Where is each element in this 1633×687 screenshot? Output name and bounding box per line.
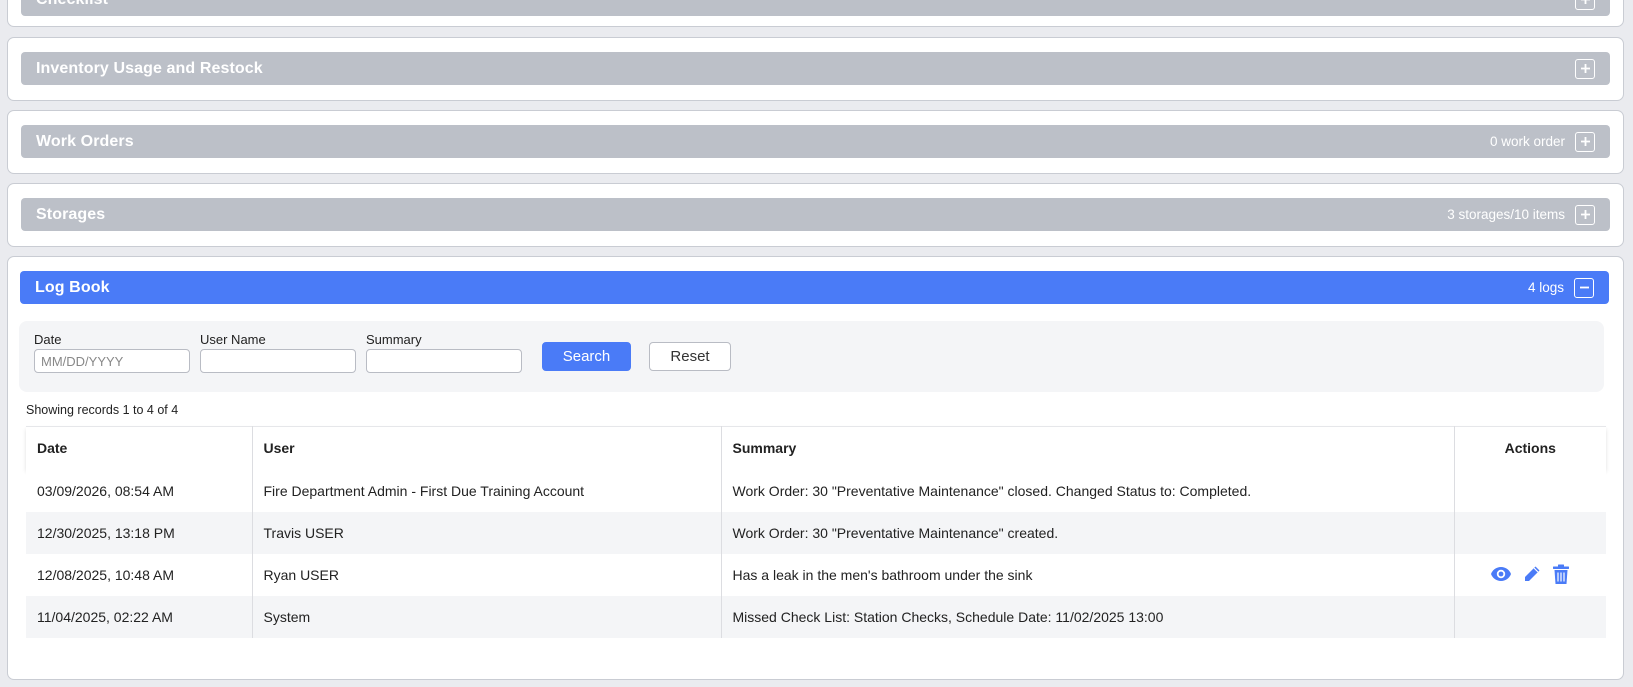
expand-button[interactable] [1575,131,1595,152]
panel-title: Work Orders [36,132,134,150]
cell-summary: Work Order: 30 "Preventative Maintenance… [721,511,1455,554]
pencil-icon [1525,566,1540,582]
panel-title: Checklist [36,0,108,9]
storages-panel-header[interactable]: Storages 3 storages/10 items [21,198,1610,231]
cell-date: 12/30/2025, 13:18 PM [26,511,253,554]
plus-icon [1580,210,1590,219]
cell-date: 11/04/2025, 02:22 AM [26,595,253,638]
expand-button[interactable] [1575,0,1595,10]
logs-count: 4 logs [1527,280,1564,295]
expand-button[interactable] [1575,204,1595,225]
storages-count: 3 storages/10 items [1447,207,1565,222]
header-summary[interactable]: Summary [721,426,1455,470]
cell-actions [1454,469,1606,512]
panel-title: Log Book [35,278,110,296]
user-name-field: User Name [200,331,356,373]
cell-user: Fire Department Admin - First Due Traini… [252,469,722,512]
cell-actions [1454,595,1606,638]
cell-date: 12/08/2025, 10:48 AM [26,553,253,596]
log-filter-form: Date User Name Summary Search Reset [19,321,1604,392]
header-user[interactable]: User [252,426,722,470]
expand-button[interactable] [1575,58,1595,79]
cell-date: 03/09/2026, 08:54 AM [26,469,253,512]
user-name-label: User Name [200,332,266,347]
summary-input[interactable] [366,349,522,373]
checklist-panel-header[interactable]: Checklist [21,0,1610,16]
table-row: 03/09/2026, 08:54 AM Fire Department Adm… [26,469,1606,512]
plus-icon [1580,0,1590,4]
cell-actions [1454,511,1606,554]
cell-user: Ryan USER [252,553,722,596]
cell-summary: Work Order: 30 "Preventative Maintenance… [721,469,1455,512]
panel-title: Storages [36,205,106,223]
plus-icon [1580,64,1590,73]
table-row: 11/04/2025, 02:22 AM System Missed Check… [26,595,1606,638]
inventory-panel-header[interactable]: Inventory Usage and Restock [21,52,1610,85]
work-orders-panel: Work Orders 0 work order [7,110,1624,174]
minus-icon [1579,286,1589,289]
work-order-count: 0 work order [1489,134,1565,149]
table-row: 12/30/2025, 13:18 PM Travis USER Work Or… [26,511,1606,554]
storages-panel: Storages 3 storages/10 items [7,183,1624,247]
table-row: 12/08/2025, 10:48 AM Ryan USER Has a lea… [26,553,1606,596]
search-button[interactable]: Search [542,342,631,371]
table-header-row: Date User Summary Actions [26,426,1606,470]
date-input[interactable] [34,349,190,373]
header-actions: Actions [1454,426,1606,470]
summary-label: Summary [366,332,422,347]
inventory-panel: Inventory Usage and Restock [7,37,1624,101]
user-name-input[interactable] [200,349,356,373]
records-info: Showing records 1 to 4 of 4 [26,403,179,417]
reset-button[interactable]: Reset [649,342,731,371]
panel-title: Inventory Usage and Restock [36,59,263,77]
trash-icon [1553,564,1570,584]
delete-button[interactable] [1552,564,1570,585]
collapse-button[interactable] [1574,277,1594,298]
edit-button[interactable] [1522,564,1542,584]
cell-user: System [252,595,722,638]
checklist-panel: Checklist [7,0,1624,27]
date-field: Date [34,331,190,373]
header-date[interactable]: Date [26,426,253,470]
cell-summary: Missed Check List: Station Checks, Sched… [721,595,1455,638]
summary-field: Summary [366,331,522,373]
log-book-panel-header[interactable]: Log Book 4 logs [20,271,1609,304]
date-label: Date [34,332,62,347]
work-orders-panel-header[interactable]: Work Orders 0 work order [21,125,1610,158]
plus-icon [1580,137,1590,146]
eye-icon [1491,567,1512,582]
cell-summary: Has a leak in the men's bathroom under t… [721,553,1455,596]
cell-user: Travis USER [252,511,722,554]
log-table: Date User Summary Actions 03/09/2026, 08… [26,426,1606,638]
view-button[interactable] [1490,566,1512,582]
cell-actions [1454,553,1606,596]
